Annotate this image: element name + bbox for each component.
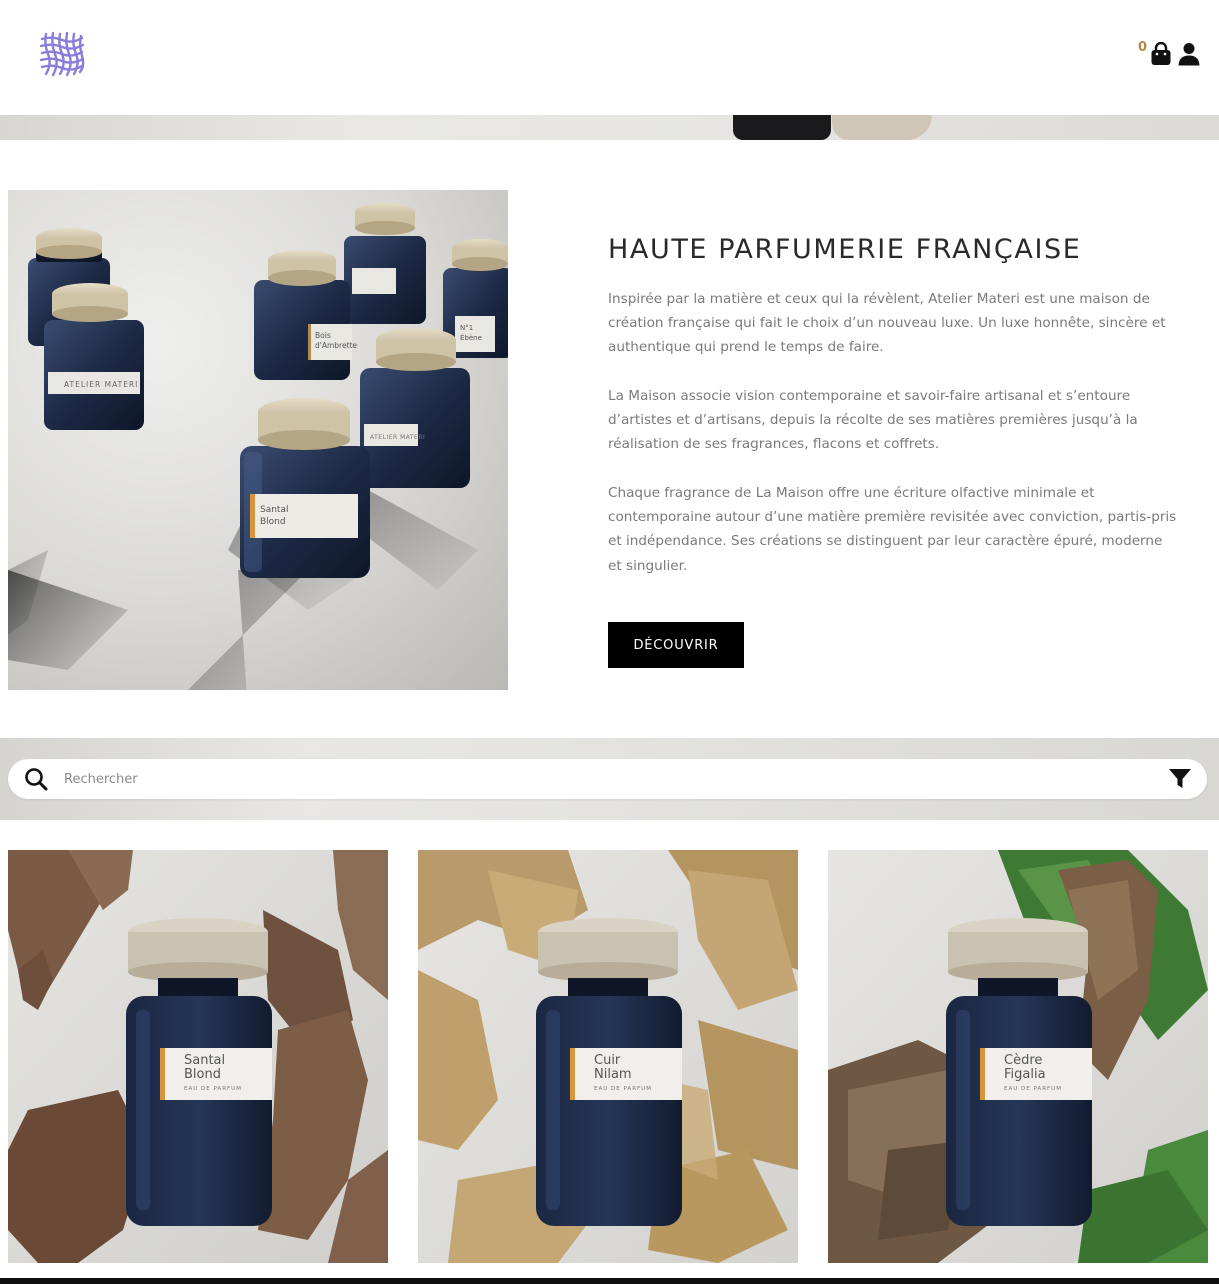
footer-edge [0,1278,1219,1284]
product-name-line1: Santal [184,1053,225,1068]
logo[interactable] [38,30,86,78]
product-image-santal-blond: Santal Blond EAU DE PARFUM [8,850,388,1263]
intro-paragraph-2: La Maison associe vision contemporaine e… [608,388,1138,453]
bottle-label-bois-line1: Bois [315,331,331,340]
product-name-line2: Figalia [1004,1067,1046,1082]
bottle-label-santal-line2: Blond [260,517,286,527]
product-card-cuir-nilam[interactable]: Cuir Nilam EAU DE PARFUM [418,850,798,1263]
product-type: EAU DE PARFUM [184,1086,242,1092]
search-icon[interactable] [24,767,48,791]
hero-banner-image [0,115,1219,140]
bottle-label-bois-line2: d'Ambrette [315,341,357,350]
bottle-brand-label-right: ATELIER MATERI [370,434,425,441]
cart-button[interactable] [1150,41,1172,66]
product-name-line2: Nilam [594,1067,632,1082]
perfume-bottles-illustration: N°1 Ébène Bois d'Ambrette ATELIER MATERI… [8,203,508,690]
discover-button[interactable]: DÉCOUVRIR [608,622,744,668]
product-type: EAU DE PARFUM [594,1086,652,1092]
intro-paragraph-1: Inspirée par la matière et ceux qui la r… [608,291,1166,356]
intro-paragraph-3: Chaque fragrance de La Maison offre une … [608,485,1177,574]
product-name-line1: Cèdre [1004,1053,1042,1068]
product-name-line2: Blond [184,1067,221,1082]
product-image-cuir-nilam: Cuir Nilam EAU DE PARFUM [418,850,798,1263]
intro-bottles-image: N°1 Ébène Bois d'Ambrette ATELIER MATERI… [8,190,508,690]
filter-icon[interactable] [1168,768,1192,790]
cart-count-badge: 0 [1138,40,1148,55]
user-icon [1178,43,1200,66]
product-card-santal-blond[interactable]: Santal Blond EAU DE PARFUM [8,850,388,1263]
product-type: EAU DE PARFUM [1004,1086,1062,1092]
hero-hand-shape [832,115,932,140]
site-header: 0 [0,0,1219,115]
product-name-line1: Cuir [594,1053,621,1068]
bottle-label-santal-line1: Santal [260,505,288,515]
account-button[interactable] [1178,42,1200,66]
product-image-cedre-figalia: Cèdre Figalia EAU DE PARFUM [828,850,1208,1263]
bottle-label-ebene-line1: N°1 [460,324,473,332]
atelier-materi-logo-icon [39,31,85,77]
shopping-bag-icon [1151,41,1171,65]
intro-title: HAUTE PARFUMERIE FRANÇAISE [608,234,1082,265]
search-input[interactable] [64,766,1144,792]
bottle-label-ebene-line2: Ébène [460,333,482,342]
bottle-brand-label-left: ATELIER MATERI [64,380,138,389]
hero-bottle-shape [733,115,831,140]
product-card-cedre-figalia[interactable]: Cèdre Figalia EAU DE PARFUM [828,850,1208,1263]
